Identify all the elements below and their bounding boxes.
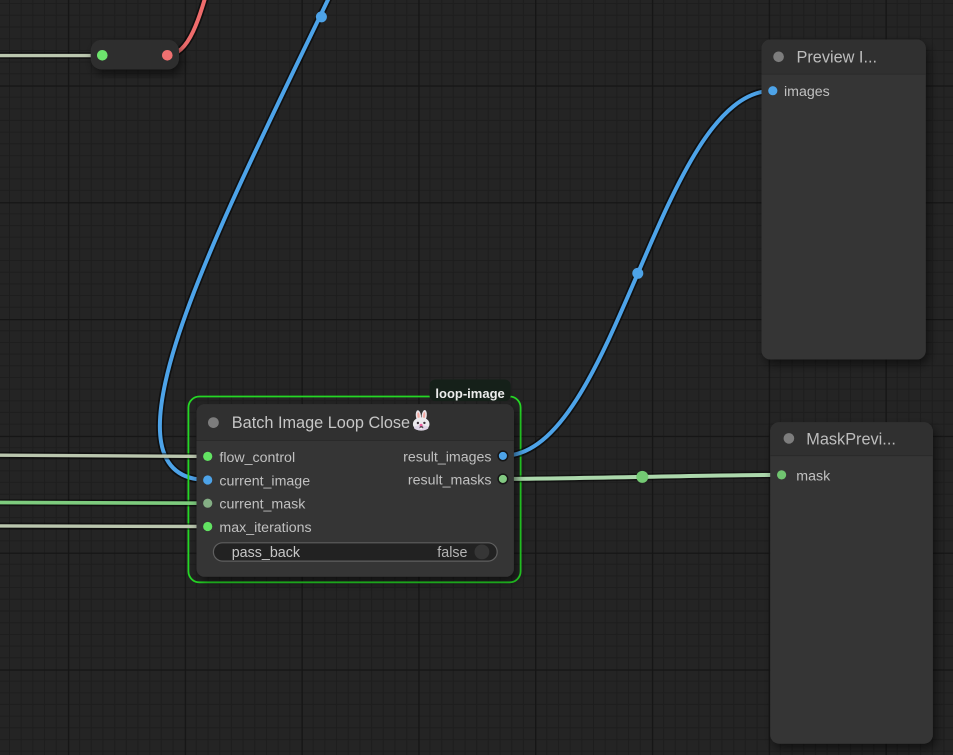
svg-text:result_images: result_images bbox=[403, 449, 491, 465]
svg-text:MaskPrevi...: MaskPrevi... bbox=[806, 430, 896, 448]
svg-text:current_mask: current_mask bbox=[219, 497, 306, 513]
svg-text:false: false bbox=[437, 545, 467, 561]
svg-text:Preview I...: Preview I... bbox=[797, 48, 878, 66]
svg-text:result_masks: result_masks bbox=[408, 472, 492, 488]
svg-text:Batch Image Loop Close: Batch Image Loop Close bbox=[232, 414, 410, 432]
svg-text:pass_back: pass_back bbox=[232, 545, 301, 561]
svg-text:loop-image: loop-image bbox=[435, 386, 504, 401]
svg-text:mask: mask bbox=[796, 468, 831, 484]
svg-text:current_image: current_image bbox=[219, 474, 310, 490]
svg-text:flow_control: flow_control bbox=[219, 450, 295, 466]
svg-text:max_iterations: max_iterations bbox=[219, 520, 311, 536]
svg-text:images: images bbox=[784, 84, 830, 100]
